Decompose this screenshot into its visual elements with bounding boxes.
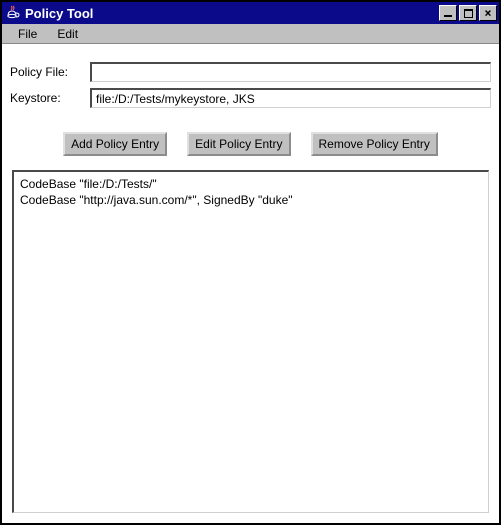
window-title: Policy Tool — [25, 6, 437, 21]
menu-edit[interactable]: Edit — [47, 25, 88, 43]
window-controls: × — [437, 5, 497, 21]
close-button[interactable]: × — [479, 5, 497, 21]
maximize-button[interactable] — [459, 5, 477, 21]
keystore-row: Keystore: — [10, 88, 491, 108]
java-cup-icon — [5, 5, 21, 21]
policy-file-row: Policy File: — [10, 62, 491, 82]
remove-policy-entry-button[interactable]: Remove Policy Entry — [311, 132, 438, 156]
content-area: Policy File: Keystore: Add Policy Entry … — [2, 44, 499, 523]
policy-file-field[interactable] — [90, 62, 491, 82]
policy-file-label: Policy File: — [10, 65, 90, 79]
app-window: Policy Tool × File Edit Policy File: Key… — [0, 0, 501, 525]
titlebar: Policy Tool × — [2, 2, 499, 24]
edit-policy-entry-button[interactable]: Edit Policy Entry — [187, 132, 290, 156]
list-item[interactable]: CodeBase "file:/D:/Tests/" — [20, 176, 482, 192]
add-policy-entry-button[interactable]: Add Policy Entry — [63, 132, 167, 156]
keystore-label: Keystore: — [10, 91, 90, 105]
button-row: Add Policy Entry Edit Policy Entry Remov… — [10, 132, 491, 156]
menubar: File Edit — [2, 24, 499, 44]
policy-entries-list[interactable]: CodeBase "file:/D:/Tests/" CodeBase "htt… — [12, 170, 489, 513]
keystore-field[interactable] — [90, 88, 491, 108]
minimize-button[interactable] — [439, 5, 457, 21]
list-item[interactable]: CodeBase "http://java.sun.com/*", Signed… — [20, 192, 482, 208]
menu-file[interactable]: File — [8, 25, 47, 43]
